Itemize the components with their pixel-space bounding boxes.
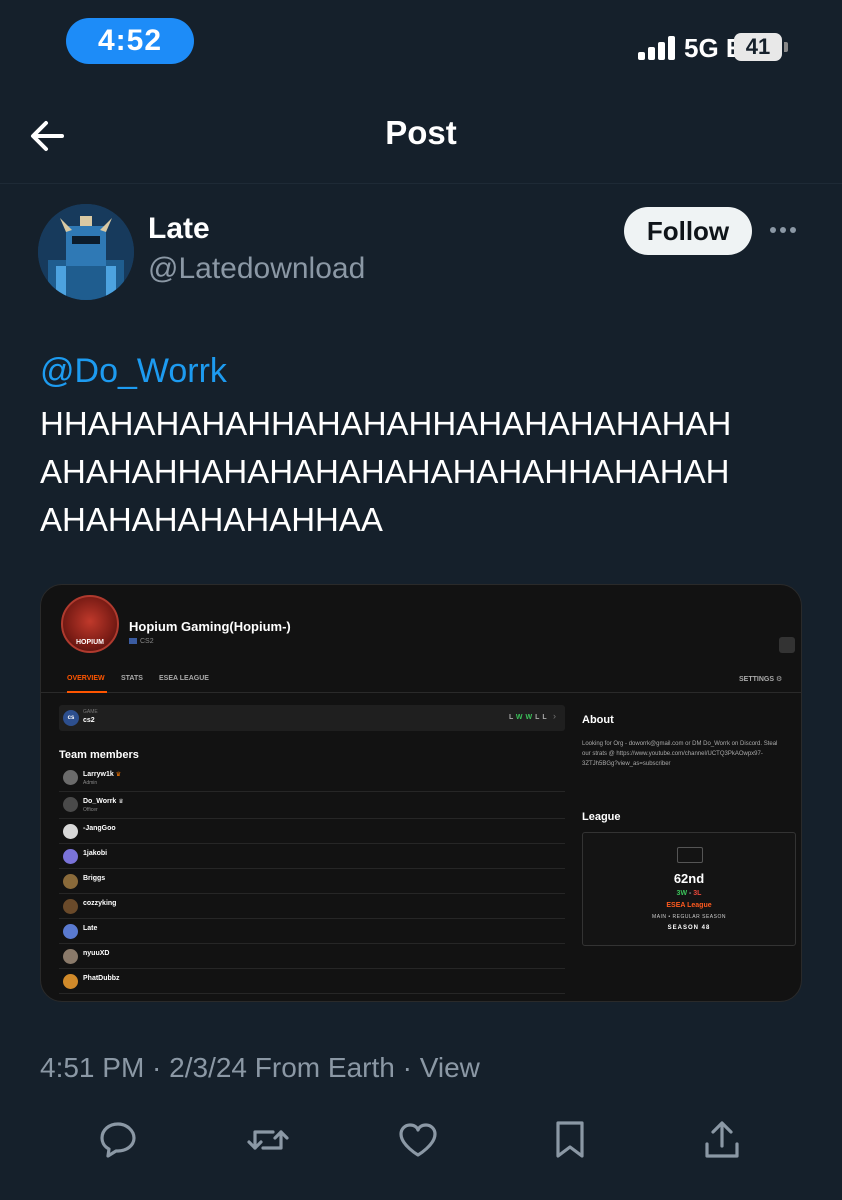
member-name: Do_Worrk ♛	[83, 798, 124, 805]
member-avatar	[63, 924, 78, 939]
league-record: 3W - 3L	[676, 890, 702, 897]
post-metadata[interactable]: 4:51 PM · 2/3/24 From Earth · View	[40, 1052, 480, 1084]
tweet-media-image[interactable]: HOPIUM Hopium Gaming(Hopium-) CS2 OVERVI…	[40, 584, 802, 1002]
tab-esea-league: ESEA LEAGUE	[159, 675, 209, 682]
team-tabs: OVERVIEW STATS ESEA LEAGUE SETTINGS ⚙	[41, 665, 801, 693]
list-item: Larryw1k ♛ Admin	[59, 765, 565, 792]
form-result: W	[515, 714, 526, 721]
list-item: -JangGoo	[59, 819, 565, 844]
cs2-icon	[129, 638, 137, 645]
bookmark-icon[interactable]	[548, 1118, 592, 1162]
chevron-right-icon: ›	[553, 711, 556, 721]
reply-icon[interactable]	[96, 1118, 140, 1162]
member-avatar	[63, 874, 78, 889]
team-name: Hopium Gaming(Hopium-)	[129, 619, 291, 634]
status-time[interactable]: 4:52	[66, 18, 194, 64]
about-title: About	[582, 714, 614, 726]
avatar[interactable]	[38, 204, 134, 300]
signal-icon	[638, 36, 678, 60]
team-members-title: Team members	[59, 749, 139, 761]
form-result: W	[525, 714, 536, 721]
member-name: nyuuXD	[83, 950, 110, 957]
league-wins: 3W	[676, 890, 688, 897]
retweet-icon[interactable]	[246, 1118, 290, 1162]
team-settings-link: SETTINGS ⚙	[739, 676, 783, 683]
list-item: Briggs	[59, 869, 565, 894]
tab-stats: STATS	[121, 675, 143, 682]
crown-icon: ♛	[118, 799, 124, 805]
member-name: Briggs	[83, 875, 106, 882]
member-avatar	[63, 770, 78, 785]
league-title: League	[582, 811, 621, 823]
form-result: L	[509, 714, 516, 721]
member-name: cozzyking	[83, 900, 117, 907]
member-name: PhatDubbz	[83, 975, 120, 982]
follow-button[interactable]: Follow	[624, 207, 752, 255]
battery-nub	[784, 42, 788, 52]
tab-active-underline	[67, 691, 107, 693]
team-game-tag: CS2	[129, 638, 154, 645]
cs-badge-icon: cs	[63, 710, 79, 726]
list-item: Do_Worrk ♛ Officer	[59, 792, 565, 819]
share-icon[interactable]	[700, 1118, 744, 1162]
league-losses: 3L	[693, 890, 702, 897]
list-item: Late	[59, 919, 565, 944]
league-name: ESEA League	[666, 902, 712, 909]
team-members-list: Larryw1k ♛ Admin Do_Worrk ♛ Officer -JangG…	[59, 765, 565, 994]
member-role: Admin	[83, 780, 98, 786]
like-icon[interactable]	[396, 1118, 440, 1162]
page-header: Post	[0, 90, 842, 184]
list-item: 1jakobi	[59, 844, 565, 869]
list-item: cozzyking	[59, 894, 565, 919]
author-display-name[interactable]: Late	[148, 212, 210, 246]
member-avatar	[63, 974, 78, 989]
mention-link[interactable]: @Do_Worrk	[40, 352, 227, 391]
recent-form: LWWLL	[509, 714, 550, 721]
league-season: SEASON 48	[667, 925, 711, 931]
action-bar	[0, 1112, 842, 1172]
member-avatar	[63, 949, 78, 964]
tweet-text-line: AHAHAHAHAHAHHAA	[40, 501, 383, 538]
list-item: PhatDubbz	[59, 969, 565, 994]
about-text: Looking for Org - doworrk@gmail.com or D…	[582, 741, 778, 767]
tweet-text-line: HHAHAHAHAHHAHAHAHHAHAHAHAHAHAH	[40, 405, 732, 442]
status-bar: 4:52 5G E 41	[0, 0, 842, 84]
league-rank: 62nd	[673, 871, 705, 886]
member-name: 1jakobi	[83, 850, 108, 857]
author-handle[interactable]: @Latedownload	[148, 252, 365, 286]
member-avatar	[63, 899, 78, 914]
member-avatar	[63, 797, 78, 812]
league-logo-icon	[677, 847, 703, 863]
crown-icon: ♛	[115, 772, 122, 778]
page-title: Post	[385, 114, 457, 151]
list-item: nyuuXD	[59, 944, 565, 969]
member-name: -JangGoo	[83, 825, 116, 832]
game-row-label: GAME	[83, 709, 98, 715]
form-result: L	[542, 714, 550, 721]
share-team-icon	[779, 637, 795, 653]
more-options-icon[interactable]	[770, 222, 800, 238]
battery-icon: 41	[734, 33, 782, 61]
member-avatar	[63, 849, 78, 864]
league-card: 62nd 3W - 3L ESEA League MAIN • REGULAR …	[582, 832, 796, 946]
team-logo: HOPIUM	[61, 595, 119, 653]
tab-overview: OVERVIEW	[67, 675, 105, 682]
league-stage: MAIN • REGULAR SEASON	[652, 914, 726, 920]
tweet-text-line: AHAHAHHAHAHAHAHAHAHAHAHHAHAHAH	[40, 453, 730, 490]
team-logo-text: HOPIUM	[76, 639, 104, 646]
team-game-label: CS2	[140, 638, 154, 645]
member-name: Larryw1k ♛	[83, 771, 122, 778]
game-row: cs GAME cs2 LWWLL ›	[59, 705, 565, 731]
tweet-text: HHAHAHAHAHHAHAHAHHAHAHAHAHAHAH AHAHAHHAH…	[40, 400, 820, 544]
member-avatar	[63, 824, 78, 839]
game-row-value: cs2	[83, 717, 95, 724]
member-role: Officer	[83, 807, 98, 813]
member-name: Late	[83, 925, 98, 932]
